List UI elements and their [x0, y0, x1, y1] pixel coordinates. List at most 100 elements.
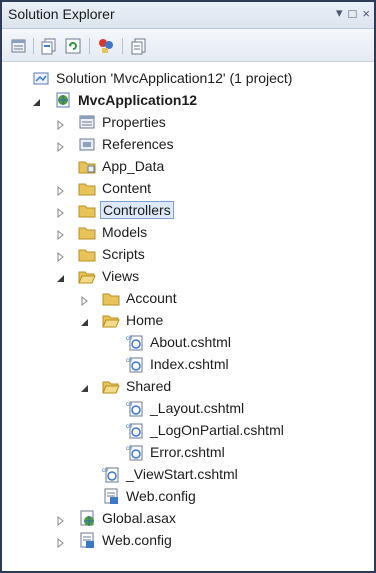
solution-tree: Solution 'MvcApplication12' (1 project) …: [2, 62, 374, 571]
svg-text:c#: c#: [126, 336, 133, 342]
tree-node-label: Index.cshtml: [150, 356, 229, 372]
web-project-icon: [54, 91, 72, 109]
svg-text:c#: c#: [126, 358, 133, 364]
svg-text:c#: c#: [126, 402, 133, 408]
svg-text:c#: c#: [126, 424, 133, 430]
tree-node-content[interactable]: Content: [2, 177, 374, 199]
properties-icon[interactable]: [10, 37, 28, 55]
tree-node-viewstart-cshtml[interactable]: c# _ViewStart.cshtml: [2, 463, 374, 485]
tree-node-label: Shared: [126, 378, 172, 394]
tree-node-label: Controllers: [100, 201, 174, 219]
show-all-files-icon[interactable]: [40, 37, 58, 55]
solution-icon: [32, 69, 50, 87]
tree-node-about-cshtml[interactable]: c# About.cshtml: [2, 331, 374, 353]
tree-node-label: App_Data: [102, 158, 165, 174]
collapse-arrow-icon[interactable]: [56, 249, 66, 263]
tree-node-home[interactable]: Home: [2, 309, 374, 331]
expand-arrow-icon[interactable]: [32, 95, 42, 106]
folder-open-icon: [78, 267, 96, 285]
tree-node-label: About.cshtml: [150, 334, 231, 350]
tree-node-label: Properties: [102, 114, 166, 130]
tree-node-label: Content: [102, 180, 152, 196]
tree-node-label: Global.asax: [102, 510, 176, 526]
cshtml-file-icon: c#: [126, 421, 144, 439]
tree-node-references[interactable]: References: [2, 133, 374, 155]
global-asax-icon: [78, 509, 96, 527]
window-title: Solution Explorer: [8, 6, 115, 22]
cshtml-file-icon: c#: [126, 355, 144, 373]
tree-node-label: Solution 'MvcApplication12' (1 project): [56, 70, 293, 86]
app-data-folder-icon: [78, 157, 96, 175]
collapse-arrow-icon[interactable]: [80, 293, 90, 307]
cshtml-file-icon: c#: [102, 465, 120, 483]
folder-icon: [78, 201, 96, 219]
tree-node-controllers[interactable]: Controllers: [2, 199, 374, 221]
expand-arrow-icon[interactable]: [56, 271, 66, 282]
tree-node-label: Home: [126, 312, 164, 328]
maximize-icon[interactable]: □: [349, 6, 357, 21]
close-icon[interactable]: ×: [362, 6, 370, 21]
folder-open-icon: [102, 377, 120, 395]
collapse-arrow-icon[interactable]: [56, 139, 66, 153]
dropdown-arrow-icon[interactable]: ▾: [336, 5, 343, 21]
toolbar-separator: [33, 38, 34, 54]
class-diagram-icon[interactable]: [97, 37, 115, 55]
collapse-arrow-icon[interactable]: [56, 535, 66, 549]
properties-icon: [78, 113, 96, 131]
tree-node-label: Web.config: [126, 488, 196, 504]
tree-node-project[interactable]: MvcApplication12: [2, 89, 374, 111]
tree-node-account[interactable]: Account: [2, 287, 374, 309]
collapse-arrow-icon[interactable]: [56, 183, 66, 197]
tree-node-label: Scripts: [102, 246, 145, 262]
tree-node-app-data[interactable]: App_Data: [2, 155, 374, 177]
svg-text:c#: c#: [126, 446, 133, 452]
tree-node-label: MvcApplication12: [78, 92, 198, 108]
tree-node-layout-cshtml[interactable]: c# _Layout.cshtml: [2, 397, 374, 419]
title-bar: Solution Explorer ▾ □ ×: [2, 2, 374, 29]
tree-node-views-web-config[interactable]: Web.config: [2, 485, 374, 507]
tree-node-label: Account: [126, 290, 177, 306]
cshtml-file-icon: c#: [126, 333, 144, 351]
tree-node-global-asax[interactable]: Global.asax: [2, 507, 374, 529]
tree-node-label: Models: [102, 224, 148, 240]
tree-node-views[interactable]: Views: [2, 265, 374, 287]
tree-node-label: Error.cshtml: [150, 444, 225, 460]
refresh-icon[interactable]: [64, 37, 82, 55]
collapse-arrow-icon[interactable]: [56, 513, 66, 527]
folder-open-icon: [102, 311, 120, 329]
window-controls: ▾ □ ×: [336, 5, 370, 21]
cshtml-file-icon: c#: [126, 399, 144, 417]
tree-node-label: Views: [102, 268, 140, 284]
config-file-icon: [102, 487, 120, 505]
cshtml-file-icon: c#: [126, 443, 144, 461]
tree-node-index-cshtml[interactable]: c# Index.cshtml: [2, 353, 374, 375]
expand-arrow-icon[interactable]: [80, 315, 90, 326]
folder-icon: [78, 223, 96, 241]
tree-node-label: References: [102, 136, 174, 152]
collapse-arrow-icon[interactable]: [56, 227, 66, 241]
tree-node-shared[interactable]: Shared: [2, 375, 374, 397]
tree-node-label: _ViewStart.cshtml: [126, 466, 238, 482]
expand-arrow-icon[interactable]: [80, 381, 90, 392]
folder-icon: [102, 289, 120, 307]
toolbar-separator: [122, 38, 123, 54]
folder-icon: [78, 245, 96, 263]
tree-node-label: _Layout.cshtml: [150, 400, 245, 416]
view-code-icon[interactable]: [130, 37, 148, 55]
tree-node-label: Web.config: [102, 532, 172, 548]
folder-icon: [78, 179, 96, 197]
solution-explorer-window: Solution Explorer ▾ □ × Solution 'MvcApp…: [0, 0, 376, 573]
toolbar-separator: [89, 38, 90, 54]
tree-node-error-cshtml[interactable]: c# Error.cshtml: [2, 441, 374, 463]
tree-node-web-config[interactable]: Web.config: [2, 529, 374, 551]
tree-node-scripts[interactable]: Scripts: [2, 243, 374, 265]
tree-node-logonpartial-cshtml[interactable]: c# _LogOnPartial.cshtml: [2, 419, 374, 441]
tree-node-models[interactable]: Models: [2, 221, 374, 243]
tree-node-properties[interactable]: Properties: [2, 111, 374, 133]
config-file-icon: [78, 531, 96, 549]
collapse-arrow-icon[interactable]: [56, 117, 66, 131]
references-icon: [78, 135, 96, 153]
toolbar: [2, 29, 374, 62]
collapse-arrow-icon[interactable]: [56, 205, 66, 219]
tree-node-solution[interactable]: Solution 'MvcApplication12' (1 project): [2, 67, 374, 89]
